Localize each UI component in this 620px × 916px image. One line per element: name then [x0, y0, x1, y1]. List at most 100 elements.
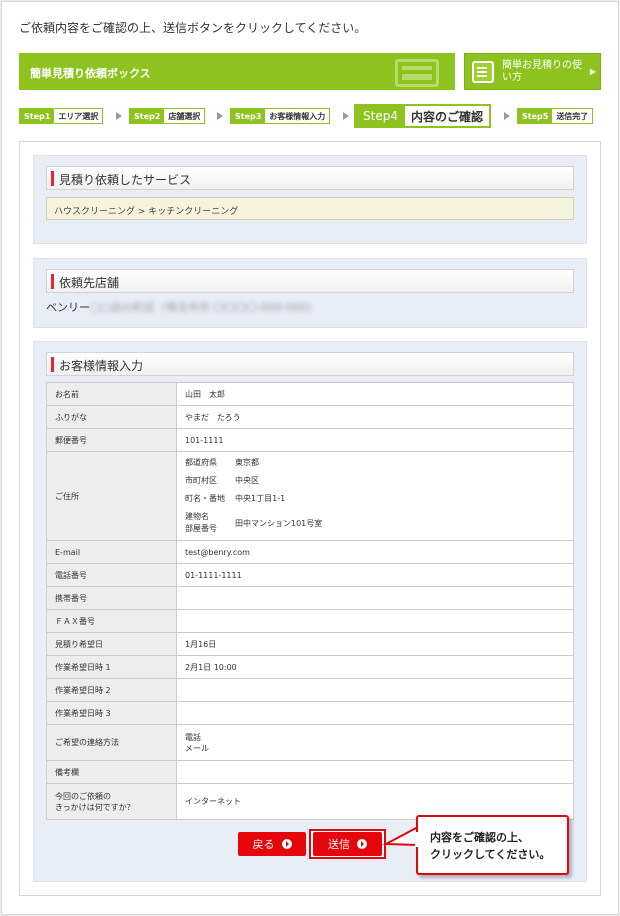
callout-tooltip: 内容をご確認の上、 クリックしてください。	[416, 815, 569, 875]
row-value	[176, 701, 574, 725]
customer-section: お客様情報入力 お名前 山田 太郎 ふりがな やまだ たろう 郵便番号 101-111…	[33, 341, 587, 882]
step-3: Step3 お客様情報入力	[230, 108, 331, 124]
step-name: 送信完了	[556, 111, 589, 121]
step-1: Step1 エリア選択	[19, 108, 104, 124]
row-value	[176, 760, 574, 784]
table-row: 作業希望日時 1 2月1日 10:00	[46, 655, 574, 679]
howto-label: 簡単お見積りの使い方	[502, 59, 582, 83]
step-5: Step5 送信完了	[517, 108, 594, 124]
table-row: ＦＡＸ番号	[46, 609, 574, 633]
row-value	[176, 609, 574, 633]
step-arrow-icon	[343, 112, 349, 120]
row-value: 山田 太郎	[176, 382, 574, 406]
step-name: 内容のご確認	[410, 109, 483, 124]
row-value: 2月1日 10:00	[176, 655, 574, 679]
callout-line: 内容をご確認の上、	[430, 831, 529, 844]
table-row: 作業希望日時 3	[46, 701, 574, 725]
address-value: 都道府県 東京都 市町村区 中央区 町名・番地 中央1丁目1-1 建物名 部屋番号 田中マ…	[176, 451, 574, 541]
row-value: 01-1111-1111	[176, 563, 574, 587]
row-value: test@benry.com	[176, 540, 574, 564]
step-name: お客様情報入力	[269, 111, 326, 121]
address-label: 町名・番地	[185, 494, 225, 503]
row-value: 101-1111	[176, 428, 574, 452]
row-label: E-mail	[46, 540, 177, 564]
step-indicator: Step1 エリア選択 Step2 店舗選択 Step3 お客様情報入力 Ste…	[19, 104, 603, 128]
row-value: やまだ たろう	[176, 405, 574, 429]
send-button[interactable]: 送信	[313, 832, 382, 856]
chevron-right-icon: ▶	[589, 67, 596, 76]
row-label: ふりがな	[46, 405, 177, 429]
row-label: 携帯番号	[46, 586, 177, 610]
row-label: 備考欄	[46, 760, 177, 784]
address-label: 都道府県	[185, 458, 217, 467]
section-title: お客様情報入力	[59, 359, 144, 373]
intro-text: ご依頼内容をご確認の上、送信ボタンをクリックしてください。	[19, 21, 367, 35]
back-label: 戻る	[252, 838, 275, 851]
row-value	[176, 678, 574, 702]
step-number: Step2	[130, 109, 165, 123]
section-header: お客様情報入力	[46, 352, 574, 376]
row-value	[176, 586, 574, 610]
row-value: 1月16日	[176, 632, 574, 656]
address-label: 市町村区	[185, 476, 217, 485]
step-number: Step4	[356, 106, 405, 126]
main-content: 見積り依頼したサービス ハウスクリーニング > キッチンクリーニング 依頼先店舗…	[19, 141, 601, 896]
table-row: 作業希望日時 2	[46, 678, 574, 702]
service-value: ハウスクリーニング > キッチンクリーニング	[46, 197, 574, 220]
table-row: E-mail test@benry.com	[46, 540, 574, 564]
row-label: 郵便番号	[46, 428, 177, 452]
step-number: Step1	[20, 109, 55, 123]
step-arrow-icon	[504, 112, 510, 120]
box-title: 簡単見積り依頼ボックス	[30, 67, 151, 80]
row-label: ＦＡＸ番号	[46, 609, 177, 633]
row-label: お名前	[46, 382, 177, 406]
address-part: 中央区	[235, 476, 259, 485]
callout-pointer	[382, 825, 419, 847]
table-row: 見積り希望日 1月16日	[46, 632, 574, 656]
row-label: ご住所	[46, 451, 177, 541]
table-row: ご希望の連絡方法 電話 メール	[46, 724, 574, 761]
table-row: ふりがな やまだ たろう	[46, 405, 574, 429]
contact-methods: 電話 メール	[176, 724, 574, 761]
step-name: 店舗選択	[168, 111, 201, 121]
row-label: 作業希望日時 2	[46, 678, 177, 702]
address-label: 建物名 部屋番号	[185, 512, 217, 533]
row-label: ご希望の連絡方法	[46, 724, 177, 761]
row-label: 電話番号	[46, 563, 177, 587]
step-arrow-icon	[217, 112, 223, 120]
shop-name: ベンリー□□店の町店（埼玉市市 〇〇〇〇-000-000）	[46, 299, 318, 315]
step-4-current: Step4 内容のご確認	[354, 104, 491, 128]
section-title: 見積り依頼したサービス	[59, 173, 192, 187]
back-button[interactable]: 戻る	[238, 832, 306, 856]
row-label: 作業希望日時 1	[46, 655, 177, 679]
table-row: ご住所 都道府県 東京都 市町村区 中央区 町名・番地 中央1丁目1-1 建物名 部屋番…	[46, 451, 574, 541]
shop-brand: ベンリー	[46, 301, 90, 314]
note-icon	[472, 60, 494, 83]
address-part: 東京都	[235, 458, 259, 467]
table-row: 備考欄	[46, 760, 574, 784]
step-2: Step2 店舗選択	[129, 108, 206, 124]
row-label: 作業希望日時 3	[46, 701, 177, 725]
section-title: 依頼先店舗	[59, 276, 120, 290]
callout-line: クリックしてください。	[430, 848, 551, 861]
step-name: エリア選択	[58, 111, 99, 121]
table-row: 郵便番号 101-1111	[46, 428, 574, 452]
step-number: Step5	[518, 109, 553, 123]
table-row: 携帯番号	[46, 586, 574, 610]
step-number: Step3	[231, 109, 266, 123]
table-row: 電話番号 01-1111-1111	[46, 563, 574, 587]
shop-section: 依頼先店舗 ベンリー□□店の町店（埼玉市市 〇〇〇〇-000-000）	[33, 258, 587, 328]
send-label: 送信	[328, 838, 350, 851]
table-row: お名前 山田 太郎	[46, 382, 574, 406]
row-label: 見積り希望日	[46, 632, 177, 656]
arrow-circle-icon	[281, 839, 292, 849]
section-header: 見積り依頼したサービス	[46, 166, 574, 190]
shop-detail-blurred: □□店の町店（埼玉市市 〇〇〇〇-000-000）	[90, 301, 319, 314]
howto-button[interactable]: 簡単お見積りの使い方 ▶	[464, 53, 601, 90]
customer-info-table: お名前 山田 太郎 ふりがな やまだ たろう 郵便番号 101-1111 ご住所 都道…	[46, 382, 574, 820]
address-part: 中央1丁目1-1	[235, 494, 286, 503]
step-arrow-icon	[116, 112, 122, 120]
window-icon	[395, 59, 439, 87]
arrow-circle-icon	[357, 839, 367, 849]
row-label: 今回のご依頼の きっかけは何ですか？	[46, 783, 177, 820]
